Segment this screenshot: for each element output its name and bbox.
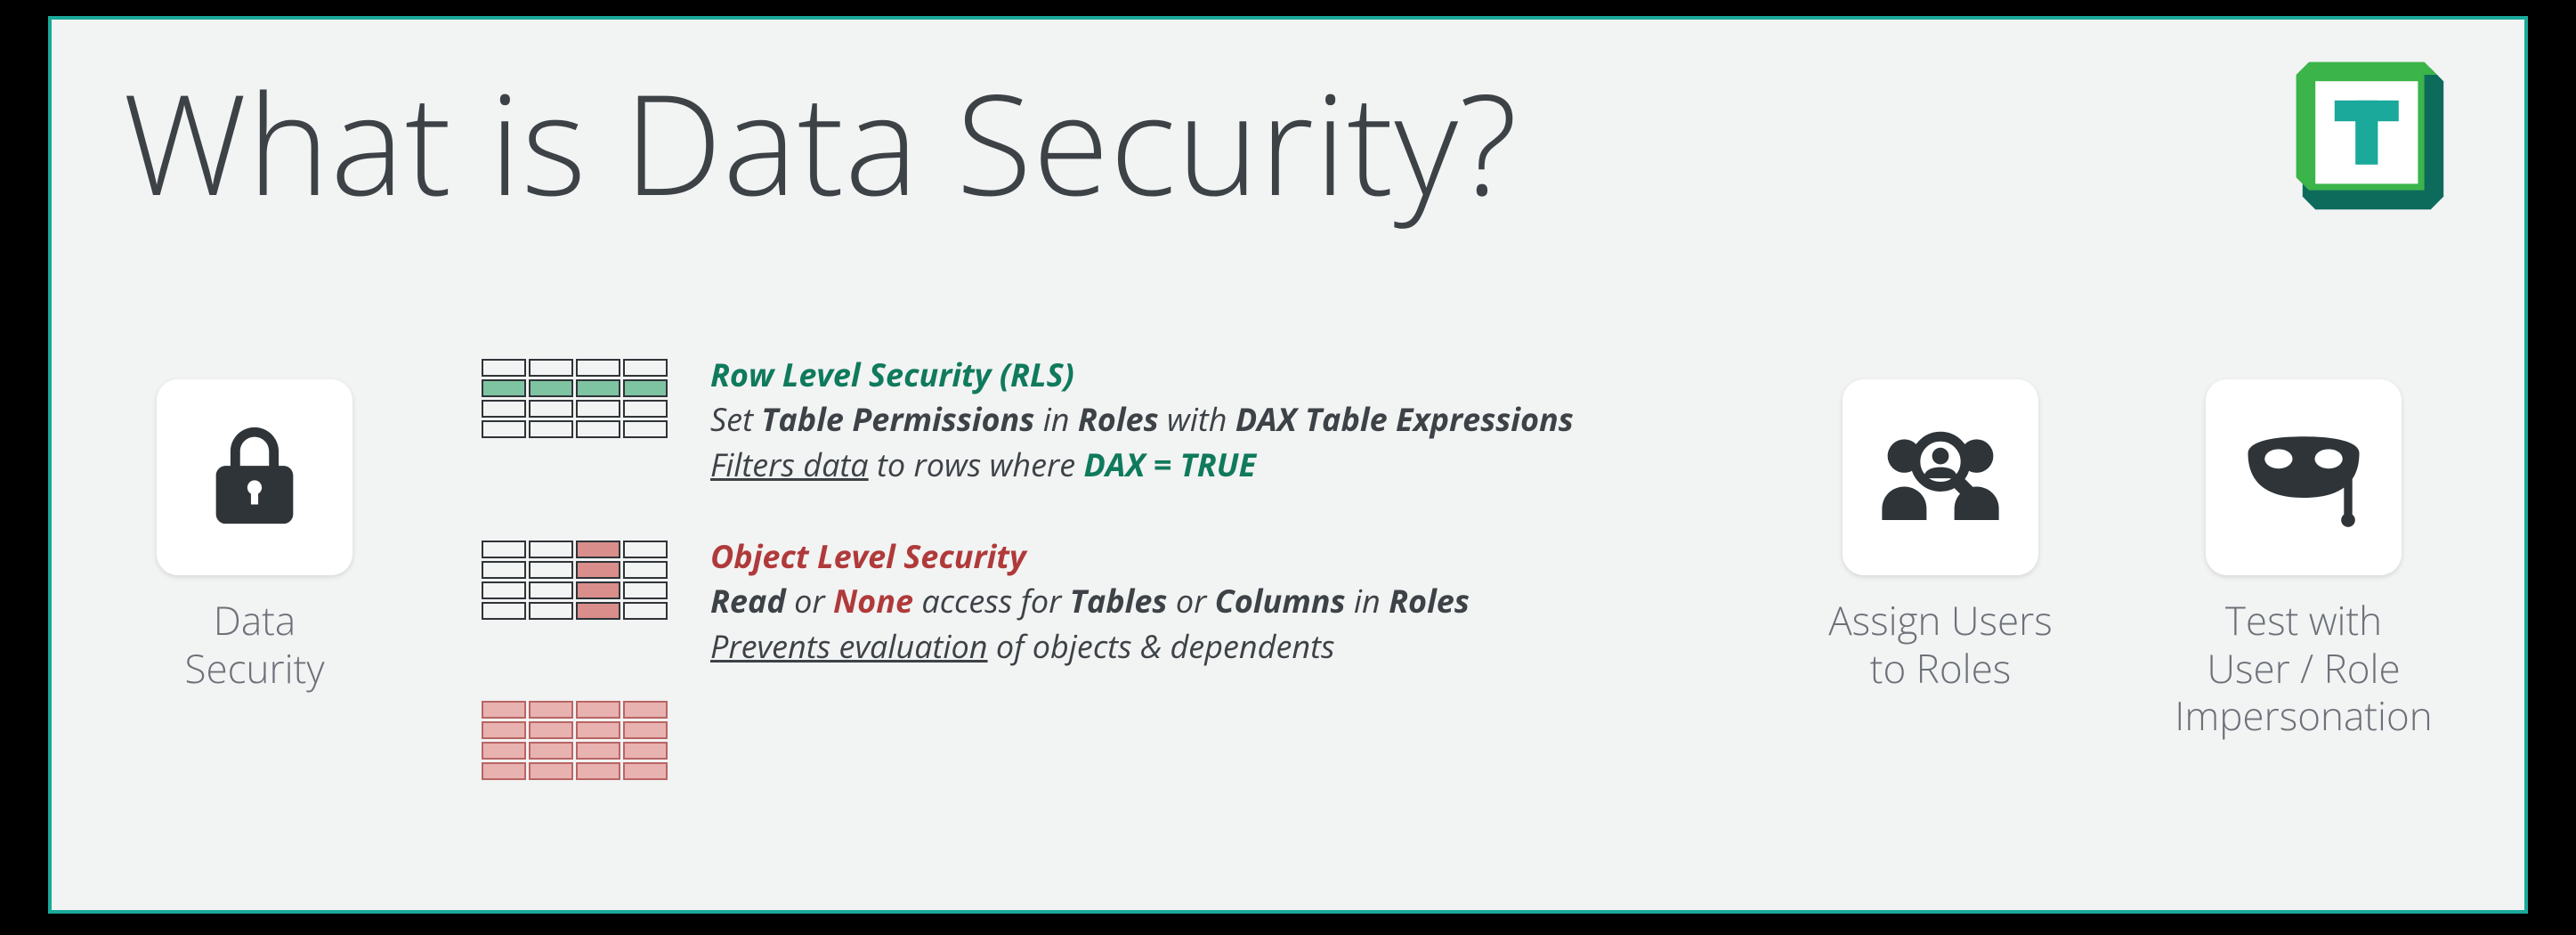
text: Prevents evaluation (710, 624, 988, 668)
users-search-icon (1874, 418, 2007, 538)
text: None (833, 579, 913, 622)
label-assign-users: Assign Users to Roles (1807, 597, 2074, 692)
mask-icon (2237, 418, 2370, 538)
text: Tables (1070, 579, 1168, 622)
text: to rows where (869, 443, 1084, 486)
label-data-security: Data Security (121, 597, 388, 692)
ols-description: Object Level Security Read or None acces… (710, 534, 1470, 669)
rls-description: Row Level Security (RLS) Set Table Permi… (710, 353, 1574, 487)
text: Set (710, 397, 761, 441)
text: with (1159, 397, 1235, 441)
text: DAX Table Expressions (1235, 397, 1574, 441)
ols-full-table-icon (479, 698, 670, 783)
text: Table Permissions (761, 397, 1034, 441)
text: or (786, 579, 833, 622)
text: in (1346, 579, 1389, 622)
slide-title: What is Data Security? (123, 46, 1519, 236)
brand-logo-icon (2293, 59, 2453, 224)
ols-heading: Object Level Security (710, 534, 1026, 578)
rls-heading: Row Level Security (RLS) (710, 353, 1074, 396)
text: Columns (1215, 579, 1346, 622)
card-data-security (157, 379, 352, 575)
text: Filters data (710, 443, 869, 486)
card-test-impersonation (2206, 379, 2402, 575)
text: access for (913, 579, 1070, 622)
text: in (1034, 397, 1078, 441)
text: of objects & dependents (988, 624, 1335, 668)
text: Read (710, 579, 786, 622)
lock-icon (197, 418, 312, 538)
label-test-impersonation: Test with User / Role Impersonation (2170, 597, 2437, 740)
ols-column-table-icon (479, 538, 670, 622)
rls-table-icon (479, 356, 670, 441)
text: or (1167, 579, 1214, 622)
text: Roles (1389, 579, 1470, 622)
text: DAX = TRUE (1084, 443, 1256, 486)
slide-canvas: What is Data Security? Data Security (48, 16, 2528, 914)
text: Roles (1078, 397, 1159, 441)
card-assign-users (1843, 379, 2038, 575)
